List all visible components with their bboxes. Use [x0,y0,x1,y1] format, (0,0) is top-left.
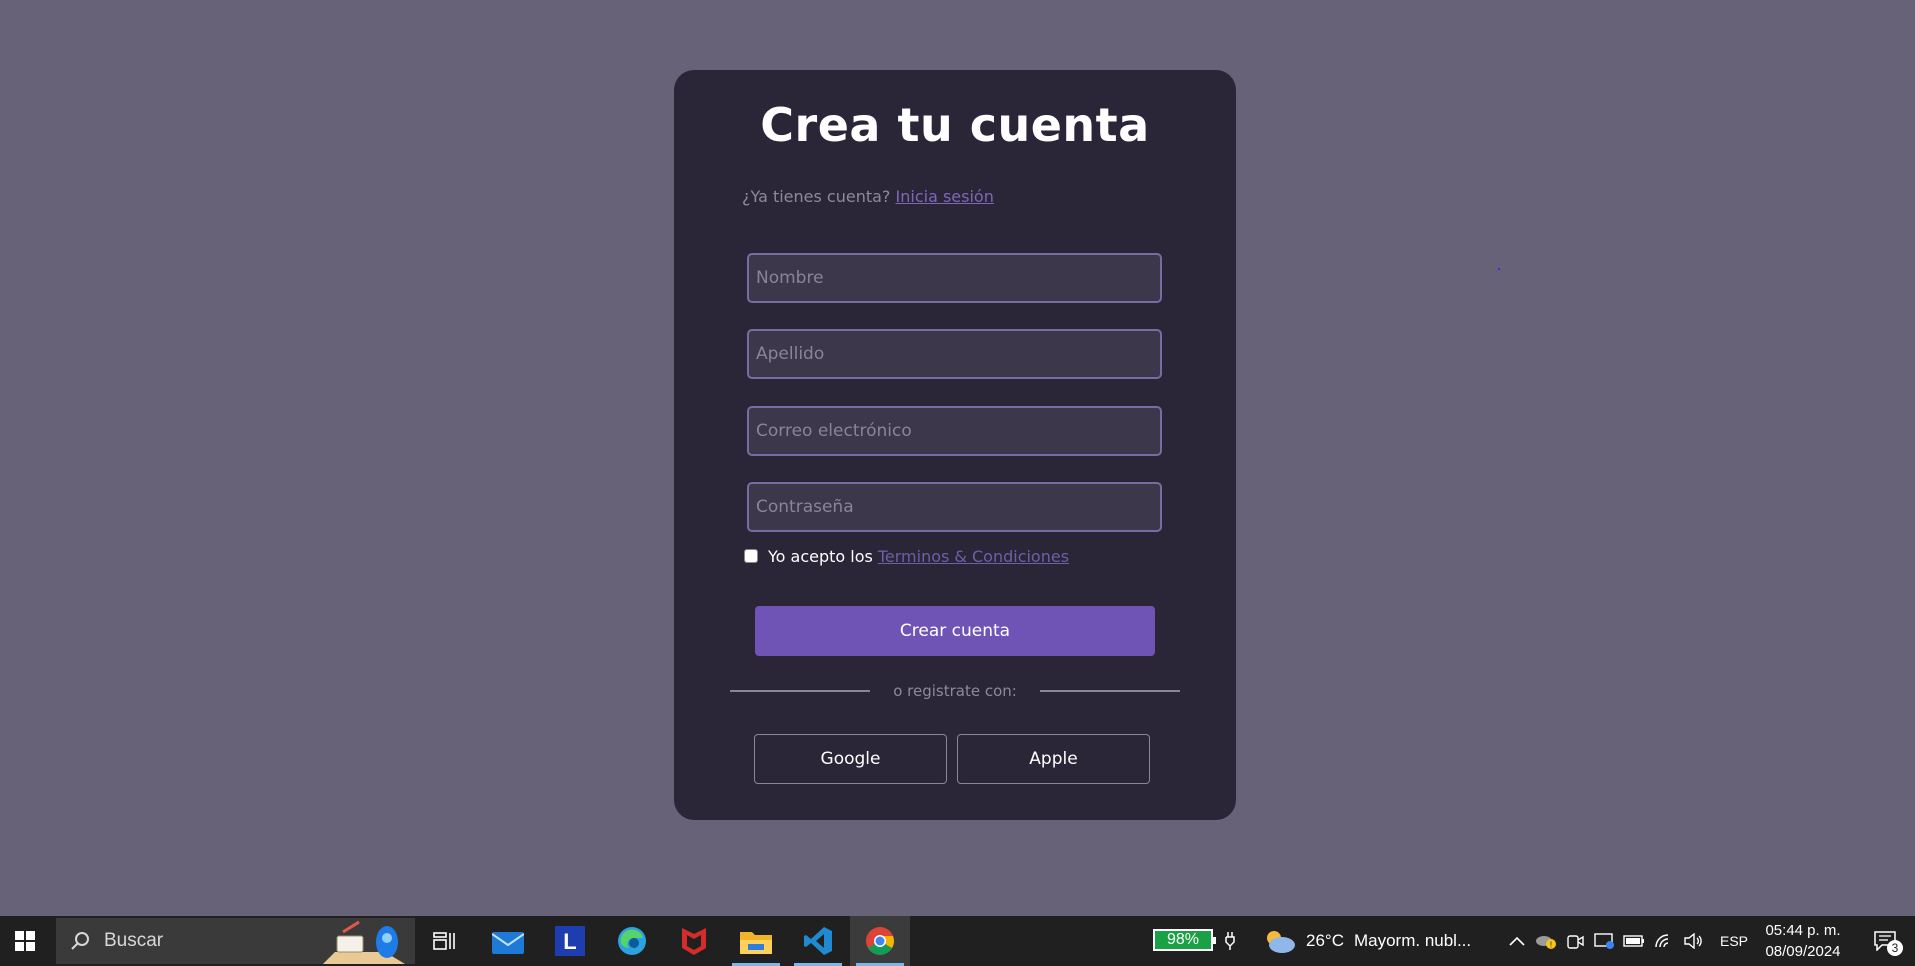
apple-signup-button[interactable]: Apple [957,734,1150,784]
chevron-up-icon [1509,936,1525,946]
display-update-icon[interactable] [1591,916,1617,966]
battery-indicator[interactable]: 98% [1153,929,1216,951]
volume-icon[interactable] [1681,916,1707,966]
taskbar: Buscar L 98% 26°C Mayorm. nubl... ! ESP … [0,916,1915,966]
terms-row: Yo acepto los Terminos & Condiciones [744,546,1069,566]
divider-left [730,690,870,692]
edge-icon [618,927,646,955]
taskbar-search[interactable]: Buscar [56,918,415,964]
first-name-input[interactable] [747,253,1162,303]
page-title: Crea tu cuenta [760,98,1150,152]
taskbar-app-file-explorer[interactable] [726,916,786,966]
terms-label: Yo acepto los [768,546,873,566]
google-signup-button[interactable]: Google [754,734,947,784]
wifi-icon[interactable] [1651,916,1677,966]
taskbar-app-edge[interactable] [602,916,662,966]
charging-plug-icon [1222,916,1238,966]
search-icon [71,932,89,950]
clock[interactable]: 05:44 p. m. 08/09/2024 [1758,920,1848,962]
vscode-icon [804,927,832,955]
language-label: ESP [1719,933,1748,949]
mcafee-icon [682,928,706,955]
login-prompt: ¿Ya tienes cuenta? Inicia sesión [742,187,994,206]
taskbar-app-mcafee[interactable] [664,916,724,966]
create-account-button[interactable]: Crear cuenta [755,606,1155,656]
l-app-icon: L [555,926,585,956]
battery-percent: 98% [1166,931,1200,948]
terms-checkbox[interactable] [744,549,758,563]
divider-right [1040,690,1180,692]
mail-icon [492,932,524,954]
svg-text:L: L [563,929,576,954]
taskbar-app-chrome[interactable] [850,916,910,966]
clock-time: 05:44 p. m. [1765,922,1841,939]
meet-now-icon[interactable] [1563,916,1587,966]
taskbar-app-vscode[interactable] [788,916,848,966]
weather-desc: Mayorm. nubl... [1353,931,1472,950]
task-view-icon [433,932,455,950]
start-button[interactable] [0,916,50,966]
search-highlight-icon [323,920,405,964]
divider-text: o registrate con: [893,682,1017,700]
taskbar-app-mail[interactable] [478,916,538,966]
weather-cloud-icon [1267,931,1295,953]
last-name-input[interactable] [747,329,1162,379]
onedrive-warning-icon[interactable]: ! [1533,916,1559,966]
clock-date: 08/09/2024 [1765,943,1841,960]
terms-link[interactable]: Terminos & Condiciones [878,547,1069,566]
show-hidden-icons-button[interactable] [1505,916,1529,966]
task-view-button[interactable] [414,916,474,966]
email-input[interactable] [747,406,1162,456]
battery-tray-icon[interactable] [1621,916,1647,966]
windows-icon [15,931,35,951]
password-input[interactable] [747,482,1162,532]
language-indicator[interactable]: ESP [1714,916,1754,966]
file-explorer-icon [740,932,772,954]
weather-widget[interactable]: 26°C Mayorm. nubl... [1262,916,1502,966]
search-label: Buscar [104,930,164,951]
login-link[interactable]: Inicia sesión [896,187,994,206]
notification-center-button[interactable]: 3 [1860,916,1910,966]
weather-temp: 26°C [1306,931,1344,950]
chrome-icon [866,927,894,955]
login-prompt-text: ¿Ya tienes cuenta? [742,187,891,206]
notification-count: 3 [1887,940,1903,956]
svg-text:!: ! [1550,941,1552,950]
stray-pixel [1498,268,1500,270]
taskbar-app-l[interactable]: L [540,916,600,966]
